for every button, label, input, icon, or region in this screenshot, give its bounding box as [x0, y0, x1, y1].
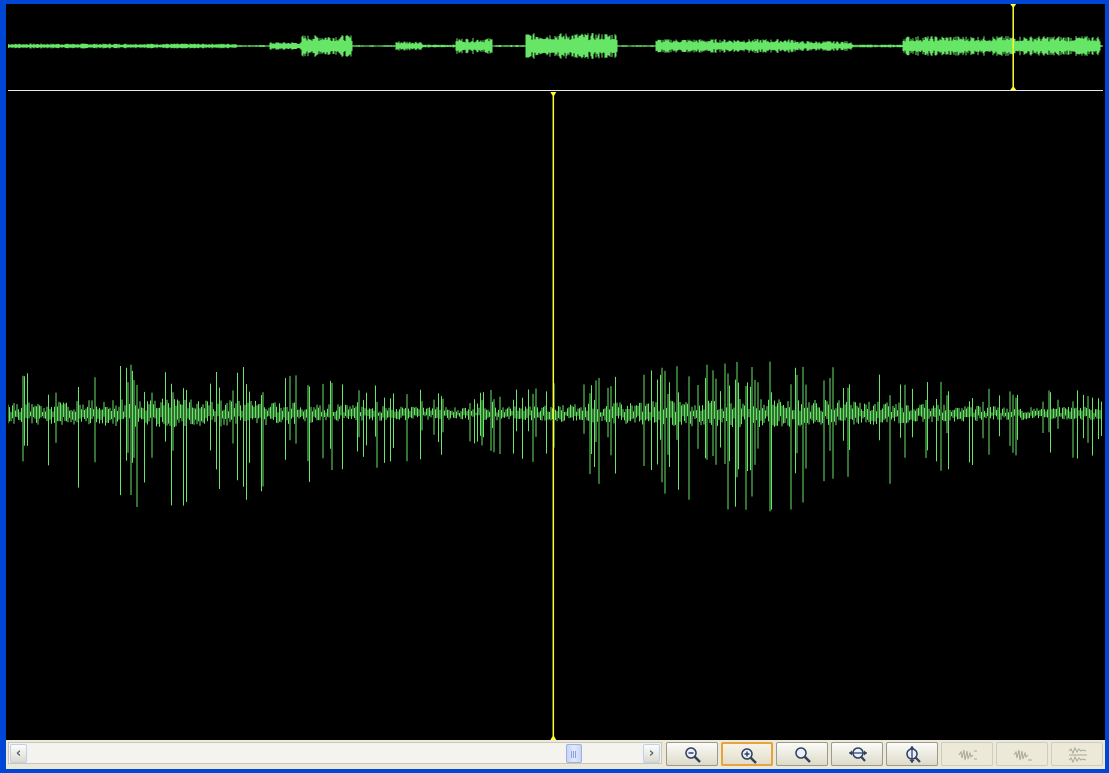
zoom-in-icon	[741, 748, 757, 764]
main-waveform-view[interactable]	[8, 92, 1103, 740]
zoom-horizontal-icon	[849, 747, 867, 762]
main-waveform-graphic	[8, 92, 1102, 740]
grip-icon	[571, 751, 577, 758]
waveform-panel: ‹ ›	[6, 4, 1105, 769]
zoom-in-button[interactable]	[721, 742, 773, 766]
waveform-mode-1-button[interactable]	[941, 742, 993, 766]
overview-divider	[8, 90, 1103, 91]
waveform-mode-2-icon	[1013, 749, 1032, 761]
scrollbar-thumb[interactable]	[566, 744, 582, 763]
zoom-fit-button[interactable]	[776, 742, 828, 766]
waveform-mode-3-button[interactable]	[1051, 742, 1103, 766]
zoom-out-button[interactable]	[666, 742, 718, 766]
main-waveform-trace	[8, 361, 1102, 512]
scroll-left-button[interactable]: ‹	[10, 744, 27, 763]
overview-waveform[interactable]	[8, 4, 1103, 90]
main-waveform-path	[8, 361, 1102, 512]
zoom-fit-icon	[795, 747, 811, 763]
waveform-window: ‹ ›	[0, 0, 1109, 773]
chevron-left-icon: ‹	[15, 746, 22, 761]
zoom-vertical-icon	[906, 746, 921, 763]
playback-cursor-top-marker[interactable]	[550, 92, 557, 97]
overview-waveform-graphic	[8, 4, 1103, 90]
overview-cursor-top-marker[interactable]	[1010, 4, 1017, 8]
zoom-vertical-button[interactable]	[886, 742, 938, 766]
chevron-right-icon: ›	[648, 746, 655, 761]
overview-waveform-trace	[8, 33, 1103, 59]
waveform-mode-3-icon	[1068, 746, 1087, 764]
zoom-out-icon	[685, 747, 701, 763]
waveform-mode-2-button[interactable]	[996, 742, 1048, 766]
horizontal-scrollbar[interactable]: ‹ ›	[8, 742, 662, 764]
bottom-toolbar: ‹ ›	[6, 740, 1105, 769]
scroll-right-button[interactable]: ›	[643, 744, 660, 763]
waveform-mode-1-icon	[958, 749, 977, 761]
zoom-horizontal-button[interactable]	[831, 742, 883, 766]
